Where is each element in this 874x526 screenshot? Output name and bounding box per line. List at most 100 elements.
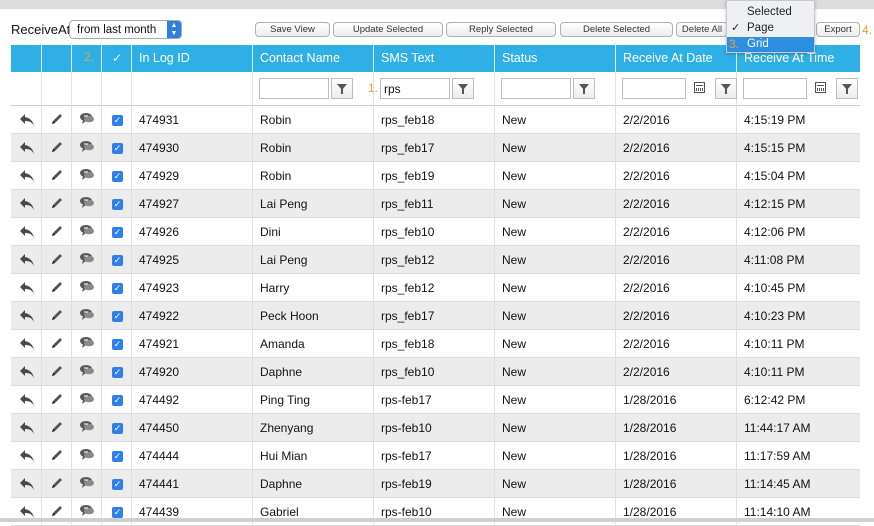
pencil-icon[interactable] <box>50 364 64 381</box>
row-checkbox[interactable]: ✓ <box>112 143 123 154</box>
row-checkbox[interactable]: ✓ <box>112 115 123 126</box>
row-checkbox[interactable]: ✓ <box>112 367 123 378</box>
column-header-contact-name[interactable]: Contact Name <box>260 45 340 72</box>
save-view-button[interactable]: Save View <box>255 22 330 37</box>
row-checkbox[interactable]: ✓ <box>112 479 123 490</box>
export-menu-item-grid[interactable]: 3. Grid <box>727 37 814 52</box>
chat-bubble-icon[interactable] <box>79 336 95 353</box>
export-menu-item-selected[interactable]: Selected <box>727 5 814 20</box>
chat-bubble-icon[interactable] <box>79 196 95 213</box>
pencil-icon[interactable] <box>50 308 64 325</box>
delete-selected-button[interactable]: Delete Selected <box>560 22 673 37</box>
reply-icon[interactable] <box>19 281 35 298</box>
cell-sms-text: rps-feb10 <box>381 421 432 435</box>
row-checkbox[interactable]: ✓ <box>112 283 123 294</box>
row-checkbox[interactable]: ✓ <box>112 311 123 322</box>
reply-icon[interactable] <box>19 309 35 326</box>
sms-text-filter-input[interactable]: rps <box>380 78 450 99</box>
cell-status: New <box>502 393 527 407</box>
receive-date-filter-input[interactable] <box>622 78 686 99</box>
row-checkbox[interactable]: ✓ <box>112 339 123 350</box>
receive-range-select[interactable]: from last month ▲ ▼ <box>69 20 182 39</box>
export-menu-item-page[interactable]: ✓ Page <box>727 21 814 36</box>
column-header-sms-text[interactable]: SMS Text <box>381 45 434 72</box>
cell-status: New <box>502 113 527 127</box>
reply-icon[interactable] <box>19 141 35 158</box>
cell-in-log-id: 474920 <box>139 365 180 379</box>
pencil-icon[interactable] <box>50 420 64 437</box>
reply-icon[interactable] <box>19 449 35 466</box>
calendar-icon[interactable] <box>815 82 826 93</box>
reply-icon[interactable] <box>19 169 35 186</box>
cell-receive-time: 4:10:11 PM <box>744 337 805 351</box>
row-checkbox[interactable]: ✓ <box>112 423 123 434</box>
cell-in-log-id: 474921 <box>139 337 180 351</box>
cell-sms-text: rps_feb12 <box>381 253 435 267</box>
cell-contact-name: Lai Peng <box>260 253 308 267</box>
pencil-icon[interactable] <box>50 392 64 409</box>
chat-bubble-icon[interactable] <box>79 308 95 325</box>
export-button[interactable]: Export <box>816 22 860 37</box>
receive-time-filter-input[interactable] <box>743 78 807 99</box>
delete-all-button[interactable]: Delete All <box>676 22 728 37</box>
row-checkbox[interactable]: ✓ <box>112 255 123 266</box>
reply-icon[interactable] <box>19 393 35 410</box>
row-checkbox[interactable]: ✓ <box>112 507 123 518</box>
cell-in-log-id: 474492 <box>139 393 180 407</box>
pencil-icon[interactable] <box>50 448 64 465</box>
cell-sms-text: rps_feb18 <box>381 337 435 351</box>
chat-bubble-icon[interactable] <box>79 140 95 157</box>
sms-text-filter-button[interactable] <box>452 78 474 99</box>
row-checkbox[interactable]: ✓ <box>112 199 123 210</box>
contact-name-filter-input[interactable] <box>259 78 329 99</box>
row-checkbox[interactable]: ✓ <box>112 451 123 462</box>
select-all-checkbox[interactable]: ✓ <box>112 45 122 72</box>
pencil-icon[interactable] <box>50 140 64 157</box>
chat-bubble-icon[interactable] <box>79 252 95 269</box>
chat-bubble-icon[interactable] <box>79 420 95 437</box>
calendar-icon[interactable] <box>694 82 705 93</box>
chat-bubble-icon[interactable] <box>79 112 95 129</box>
status-filter-input[interactable] <box>501 78 571 99</box>
pencil-icon[interactable] <box>50 336 64 353</box>
reply-icon[interactable] <box>19 337 35 354</box>
table-row: ✓ 474492 Ping Ting rps-feb17 New 1/28/2016 6:1… <box>11 386 860 414</box>
column-header-receive-at-date[interactable]: Receive At Date <box>623 45 713 72</box>
chat-bubble-icon[interactable] <box>79 476 95 493</box>
chat-bubble-icon[interactable] <box>79 448 95 465</box>
row-checkbox[interactable]: ✓ <box>112 171 123 182</box>
reply-icon[interactable] <box>19 225 35 242</box>
chat-bubble-icon[interactable] <box>79 224 95 241</box>
reply-icon[interactable] <box>19 421 35 438</box>
reply-icon[interactable] <box>19 113 35 130</box>
chat-bubble-icon[interactable] <box>79 392 95 409</box>
row-checkbox[interactable]: ✓ <box>112 227 123 238</box>
pencil-icon[interactable] <box>50 252 64 269</box>
pencil-icon[interactable] <box>50 224 64 241</box>
reply-selected-button[interactable]: Reply Selected <box>446 22 556 37</box>
reply-icon[interactable] <box>19 197 35 214</box>
contact-name-filter-button[interactable] <box>331 78 353 99</box>
reply-icon[interactable] <box>19 365 35 382</box>
pencil-icon[interactable] <box>50 168 64 185</box>
cell-receive-date: 2/2/2016 <box>623 113 670 127</box>
pencil-icon[interactable] <box>50 476 64 493</box>
chat-bubble-icon[interactable] <box>79 364 95 381</box>
cell-in-log-id: 474930 <box>139 141 180 155</box>
pencil-icon[interactable] <box>50 196 64 213</box>
chat-bubble-icon[interactable] <box>79 280 95 297</box>
column-header-in-log-id[interactable]: In Log ID <box>139 45 190 72</box>
update-selected-button[interactable]: Update Selected <box>333 22 443 37</box>
status-filter-button[interactable] <box>573 78 595 99</box>
row-checkbox[interactable]: ✓ <box>112 395 123 406</box>
receive-time-filter-button[interactable] <box>836 78 858 99</box>
column-header-status[interactable]: Status <box>502 45 537 72</box>
pencil-icon[interactable] <box>50 112 64 129</box>
cell-contact-name: Amanda <box>260 337 305 351</box>
cell-status: New <box>502 449 527 463</box>
chat-bubble-icon[interactable] <box>79 168 95 185</box>
reply-icon[interactable] <box>19 477 35 494</box>
pencil-icon[interactable] <box>50 280 64 297</box>
reply-icon[interactable] <box>19 253 35 270</box>
receive-date-filter-button[interactable] <box>715 78 737 99</box>
